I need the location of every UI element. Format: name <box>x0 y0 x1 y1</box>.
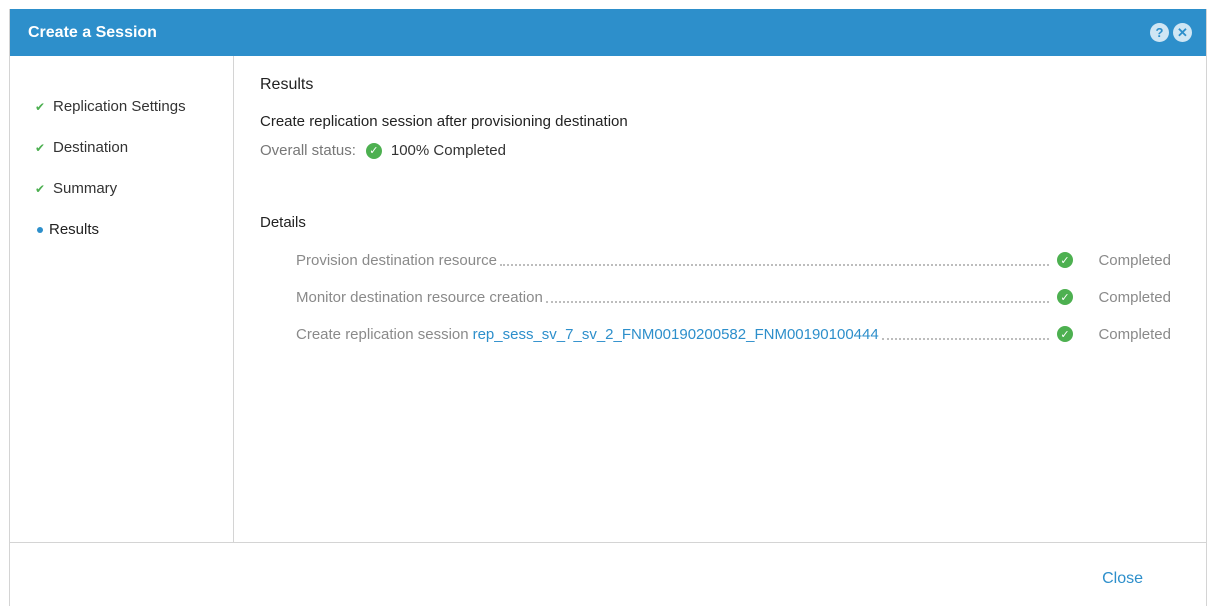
close-button[interactable]: Close <box>1102 570 1143 588</box>
step-label: Results <box>49 221 100 238</box>
checkmark-icon: ✔ <box>35 140 46 155</box>
dialog-title: Create a Session <box>28 23 157 41</box>
overall-status: Overall status: ✓ 100% Completed <box>260 142 506 159</box>
detail-row: Monitor destination resource creation ✓ … <box>296 286 1171 308</box>
current-step-dot-icon <box>37 226 43 233</box>
step-replication-settings: ✔ Replication Settings <box>10 86 233 127</box>
overall-status-value: 100% Completed <box>390 142 506 159</box>
success-check-icon: ✓ <box>1057 252 1073 268</box>
results-heading: Results <box>260 76 314 93</box>
success-check-icon: ✓ <box>365 142 382 159</box>
success-check-icon: ✓ <box>1057 289 1073 305</box>
close-icon[interactable]: ✕ <box>1173 23 1192 42</box>
results-panel: Results Create replication session after… <box>234 56 1206 542</box>
checkmark-icon: ✔ <box>35 181 46 196</box>
detail-text: Monitor destination resource creation <box>296 288 543 306</box>
dotted-leader <box>545 291 1049 303</box>
detail-status: Completed <box>1098 251 1171 269</box>
wizard-steps: ✔ Replication Settings ✔ Destination ✔ S… <box>10 56 234 542</box>
operation-title: Create replication session after provisi… <box>260 113 628 130</box>
detail-row: Provision destination resource ✓ Complet… <box>296 249 1171 271</box>
replication-session-link[interactable]: rep_sess_sv_7_sv_2_FNM00190200582_FNM001… <box>473 326 879 343</box>
step-summary: ✔ Summary <box>10 168 233 209</box>
dotted-leader <box>881 328 1049 340</box>
step-label: Summary <box>53 180 118 197</box>
step-results: Results <box>10 209 233 250</box>
dialog-footer: Close <box>10 542 1206 606</box>
detail-row: Create replication session rep_sess_sv_7… <box>296 323 1171 345</box>
detail-status: Completed <box>1098 288 1171 306</box>
detail-status: Completed <box>1098 325 1171 343</box>
titlebar-icons: ? ✕ <box>1150 23 1192 42</box>
detail-text: Create replication session <box>296 325 469 343</box>
step-label: Replication Settings <box>53 98 186 115</box>
create-session-dialog: Create a Session ? ✕ ✔ Replication Setti… <box>9 9 1207 606</box>
success-check-icon: ✓ <box>1057 326 1073 342</box>
help-icon[interactable]: ? <box>1150 23 1169 42</box>
details-heading: Details <box>260 214 306 231</box>
detail-text: Provision destination resource <box>296 251 497 269</box>
step-label: Destination <box>53 139 129 156</box>
dialog-titlebar: Create a Session ? ✕ <box>10 9 1206 56</box>
checkmark-icon: ✔ <box>35 99 46 114</box>
overall-status-label: Overall status: <box>260 142 356 159</box>
step-destination: ✔ Destination <box>10 127 233 168</box>
dotted-leader <box>499 254 1049 266</box>
